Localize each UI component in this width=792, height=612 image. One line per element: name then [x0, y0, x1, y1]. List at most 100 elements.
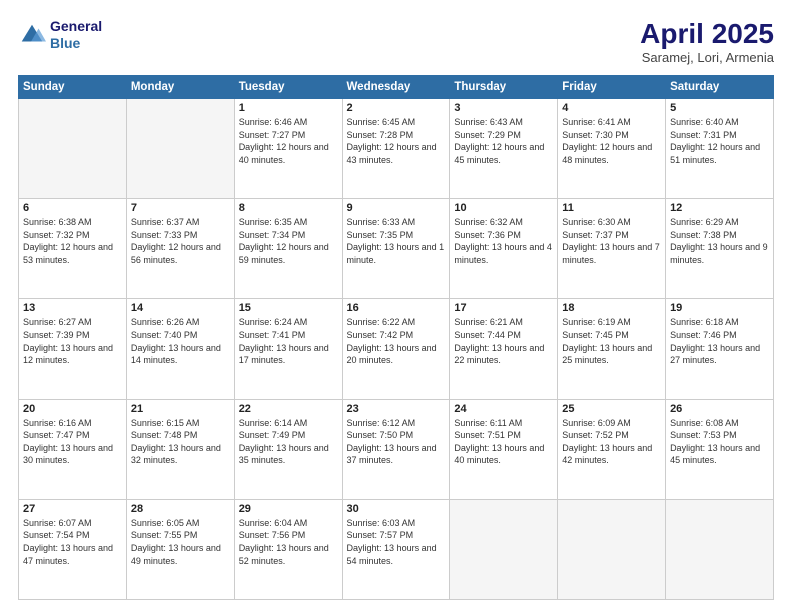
- day-info: Sunrise: 6:27 AMSunset: 7:39 PMDaylight:…: [23, 316, 122, 366]
- day-cell: 21 Sunrise: 6:15 AMSunset: 7:48 PMDayligh…: [126, 399, 234, 499]
- day-info: Sunrise: 6:18 AMSunset: 7:46 PMDaylight:…: [670, 316, 769, 366]
- day-info: Sunrise: 6:24 AMSunset: 7:41 PMDaylight:…: [239, 316, 338, 366]
- day-number: 28: [131, 503, 230, 515]
- day-number: 21: [131, 403, 230, 415]
- weekday-header-friday: Friday: [558, 76, 666, 99]
- day-number: 2: [347, 102, 446, 114]
- weekday-header-saturday: Saturday: [666, 76, 774, 99]
- day-cell: 8 Sunrise: 6:35 AMSunset: 7:34 PMDaylight…: [234, 199, 342, 299]
- day-cell: 20 Sunrise: 6:16 AMSunset: 7:47 PMDayligh…: [19, 399, 127, 499]
- week-row-4: 20 Sunrise: 6:16 AMSunset: 7:47 PMDayligh…: [19, 399, 774, 499]
- day-info: Sunrise: 6:29 AMSunset: 7:38 PMDaylight:…: [670, 216, 769, 266]
- day-number: 22: [239, 403, 338, 415]
- day-cell: 6 Sunrise: 6:38 AMSunset: 7:32 PMDaylight…: [19, 199, 127, 299]
- day-cell: 18 Sunrise: 6:19 AMSunset: 7:45 PMDayligh…: [558, 299, 666, 399]
- weekday-header-thursday: Thursday: [450, 76, 558, 99]
- day-number: 30: [347, 503, 446, 515]
- day-info: Sunrise: 6:05 AMSunset: 7:55 PMDaylight:…: [131, 517, 230, 567]
- day-number: 25: [562, 403, 661, 415]
- day-cell: [450, 499, 558, 599]
- day-info: Sunrise: 6:03 AMSunset: 7:57 PMDaylight:…: [347, 517, 446, 567]
- day-number: 8: [239, 202, 338, 214]
- day-number: 24: [454, 403, 553, 415]
- day-info: Sunrise: 6:15 AMSunset: 7:48 PMDaylight:…: [131, 417, 230, 467]
- day-number: 9: [347, 202, 446, 214]
- day-info: Sunrise: 6:14 AMSunset: 7:49 PMDaylight:…: [239, 417, 338, 467]
- day-number: 23: [347, 403, 446, 415]
- day-cell: 7 Sunrise: 6:37 AMSunset: 7:33 PMDaylight…: [126, 199, 234, 299]
- day-number: 29: [239, 503, 338, 515]
- day-number: 5: [670, 102, 769, 114]
- weekday-header-sunday: Sunday: [19, 76, 127, 99]
- day-cell: 2 Sunrise: 6:45 AMSunset: 7:28 PMDaylight…: [342, 99, 450, 199]
- day-cell: [666, 499, 774, 599]
- day-info: Sunrise: 6:37 AMSunset: 7:33 PMDaylight:…: [131, 216, 230, 266]
- day-number: 10: [454, 202, 553, 214]
- day-cell: [558, 499, 666, 599]
- day-cell: 19 Sunrise: 6:18 AMSunset: 7:46 PMDayligh…: [666, 299, 774, 399]
- week-row-2: 6 Sunrise: 6:38 AMSunset: 7:32 PMDaylight…: [19, 199, 774, 299]
- day-info: Sunrise: 6:12 AMSunset: 7:50 PMDaylight:…: [347, 417, 446, 467]
- day-cell: 4Sunrise: 6:41 AMSunset: 7:30 PMDaylight…: [558, 99, 666, 199]
- logo: General Blue: [18, 18, 102, 52]
- week-row-5: 27Sunrise: 6:07 AMSunset: 7:54 PMDayligh…: [19, 499, 774, 599]
- day-number: 20: [23, 403, 122, 415]
- day-info: Sunrise: 6:46 AMSunset: 7:27 PMDaylight:…: [239, 116, 338, 166]
- day-info: Sunrise: 6:40 AMSunset: 7:31 PMDaylight:…: [670, 116, 769, 166]
- day-number: 19: [670, 302, 769, 314]
- day-number: 18: [562, 302, 661, 314]
- title-block: April 2025 Saramej, Lori, Armenia: [640, 18, 774, 65]
- day-info: Sunrise: 6:38 AMSunset: 7:32 PMDaylight:…: [23, 216, 122, 266]
- day-number: 13: [23, 302, 122, 314]
- weekday-header-monday: Monday: [126, 76, 234, 99]
- day-cell: 13 Sunrise: 6:27 AMSunset: 7:39 PMDayligh…: [19, 299, 127, 399]
- location: Saramej, Lori, Armenia: [640, 50, 774, 65]
- day-number: 26: [670, 403, 769, 415]
- day-cell: 24Sunrise: 6:11 AMSunset: 7:51 PMDayligh…: [450, 399, 558, 499]
- day-cell: 25 Sunrise: 6:09 AMSunset: 7:52 PMDayligh…: [558, 399, 666, 499]
- day-cell: 30 Sunrise: 6:03 AMSunset: 7:57 PMDayligh…: [342, 499, 450, 599]
- day-cell: 28 Sunrise: 6:05 AMSunset: 7:55 PMDayligh…: [126, 499, 234, 599]
- day-number: 7: [131, 202, 230, 214]
- day-info: Sunrise: 6:45 AMSunset: 7:28 PMDaylight:…: [347, 116, 446, 166]
- day-number: 14: [131, 302, 230, 314]
- day-cell: 11 Sunrise: 6:30 AMSunset: 7:37 PMDayligh…: [558, 199, 666, 299]
- day-info: Sunrise: 6:43 AMSunset: 7:29 PMDaylight:…: [454, 116, 553, 166]
- day-cell: [19, 99, 127, 199]
- week-row-1: 1Sunrise: 6:46 AMSunset: 7:27 PMDaylight…: [19, 99, 774, 199]
- day-number: 15: [239, 302, 338, 314]
- day-info: Sunrise: 6:32 AMSunset: 7:36 PMDaylight:…: [454, 216, 553, 266]
- logo-icon: [18, 21, 46, 49]
- day-cell: 15 Sunrise: 6:24 AMSunset: 7:41 PMDayligh…: [234, 299, 342, 399]
- day-cell: 14 Sunrise: 6:26 AMSunset: 7:40 PMDayligh…: [126, 299, 234, 399]
- day-number: 3: [454, 102, 553, 114]
- day-cell: 5 Sunrise: 6:40 AMSunset: 7:31 PMDaylight…: [666, 99, 774, 199]
- day-info: Sunrise: 6:33 AMSunset: 7:35 PMDaylight:…: [347, 216, 446, 266]
- day-cell: 9 Sunrise: 6:33 AMSunset: 7:35 PMDaylight…: [342, 199, 450, 299]
- day-info: Sunrise: 6:07 AMSunset: 7:54 PMDaylight:…: [23, 517, 122, 567]
- day-info: Sunrise: 6:22 AMSunset: 7:42 PMDaylight:…: [347, 316, 446, 366]
- day-info: Sunrise: 6:19 AMSunset: 7:45 PMDaylight:…: [562, 316, 661, 366]
- day-number: 11: [562, 202, 661, 214]
- day-info: Sunrise: 6:35 AMSunset: 7:34 PMDaylight:…: [239, 216, 338, 266]
- day-cell: 16Sunrise: 6:22 AMSunset: 7:42 PMDayligh…: [342, 299, 450, 399]
- day-number: 6: [23, 202, 122, 214]
- calendar-table: SundayMondayTuesdayWednesdayThursdayFrid…: [18, 75, 774, 600]
- day-cell: 12 Sunrise: 6:29 AMSunset: 7:38 PMDayligh…: [666, 199, 774, 299]
- day-cell: 23 Sunrise: 6:12 AMSunset: 7:50 PMDayligh…: [342, 399, 450, 499]
- day-number: 12: [670, 202, 769, 214]
- weekday-header-tuesday: Tuesday: [234, 76, 342, 99]
- day-cell: 22 Sunrise: 6:14 AMSunset: 7:49 PMDayligh…: [234, 399, 342, 499]
- logo-text: General Blue: [50, 18, 102, 52]
- day-info: Sunrise: 6:21 AMSunset: 7:44 PMDaylight:…: [454, 316, 553, 366]
- month-title: April 2025: [640, 18, 774, 50]
- day-info: Sunrise: 6:16 AMSunset: 7:47 PMDaylight:…: [23, 417, 122, 467]
- day-info: Sunrise: 6:08 AMSunset: 7:53 PMDaylight:…: [670, 417, 769, 467]
- day-info: Sunrise: 6:26 AMSunset: 7:40 PMDaylight:…: [131, 316, 230, 366]
- day-info: Sunrise: 6:30 AMSunset: 7:37 PMDaylight:…: [562, 216, 661, 266]
- day-cell: 10 Sunrise: 6:32 AMSunset: 7:36 PMDayligh…: [450, 199, 558, 299]
- day-info: Sunrise: 6:09 AMSunset: 7:52 PMDaylight:…: [562, 417, 661, 467]
- day-cell: 27Sunrise: 6:07 AMSunset: 7:54 PMDayligh…: [19, 499, 127, 599]
- day-cell: 3 Sunrise: 6:43 AMSunset: 7:29 PMDaylight…: [450, 99, 558, 199]
- day-number: 17: [454, 302, 553, 314]
